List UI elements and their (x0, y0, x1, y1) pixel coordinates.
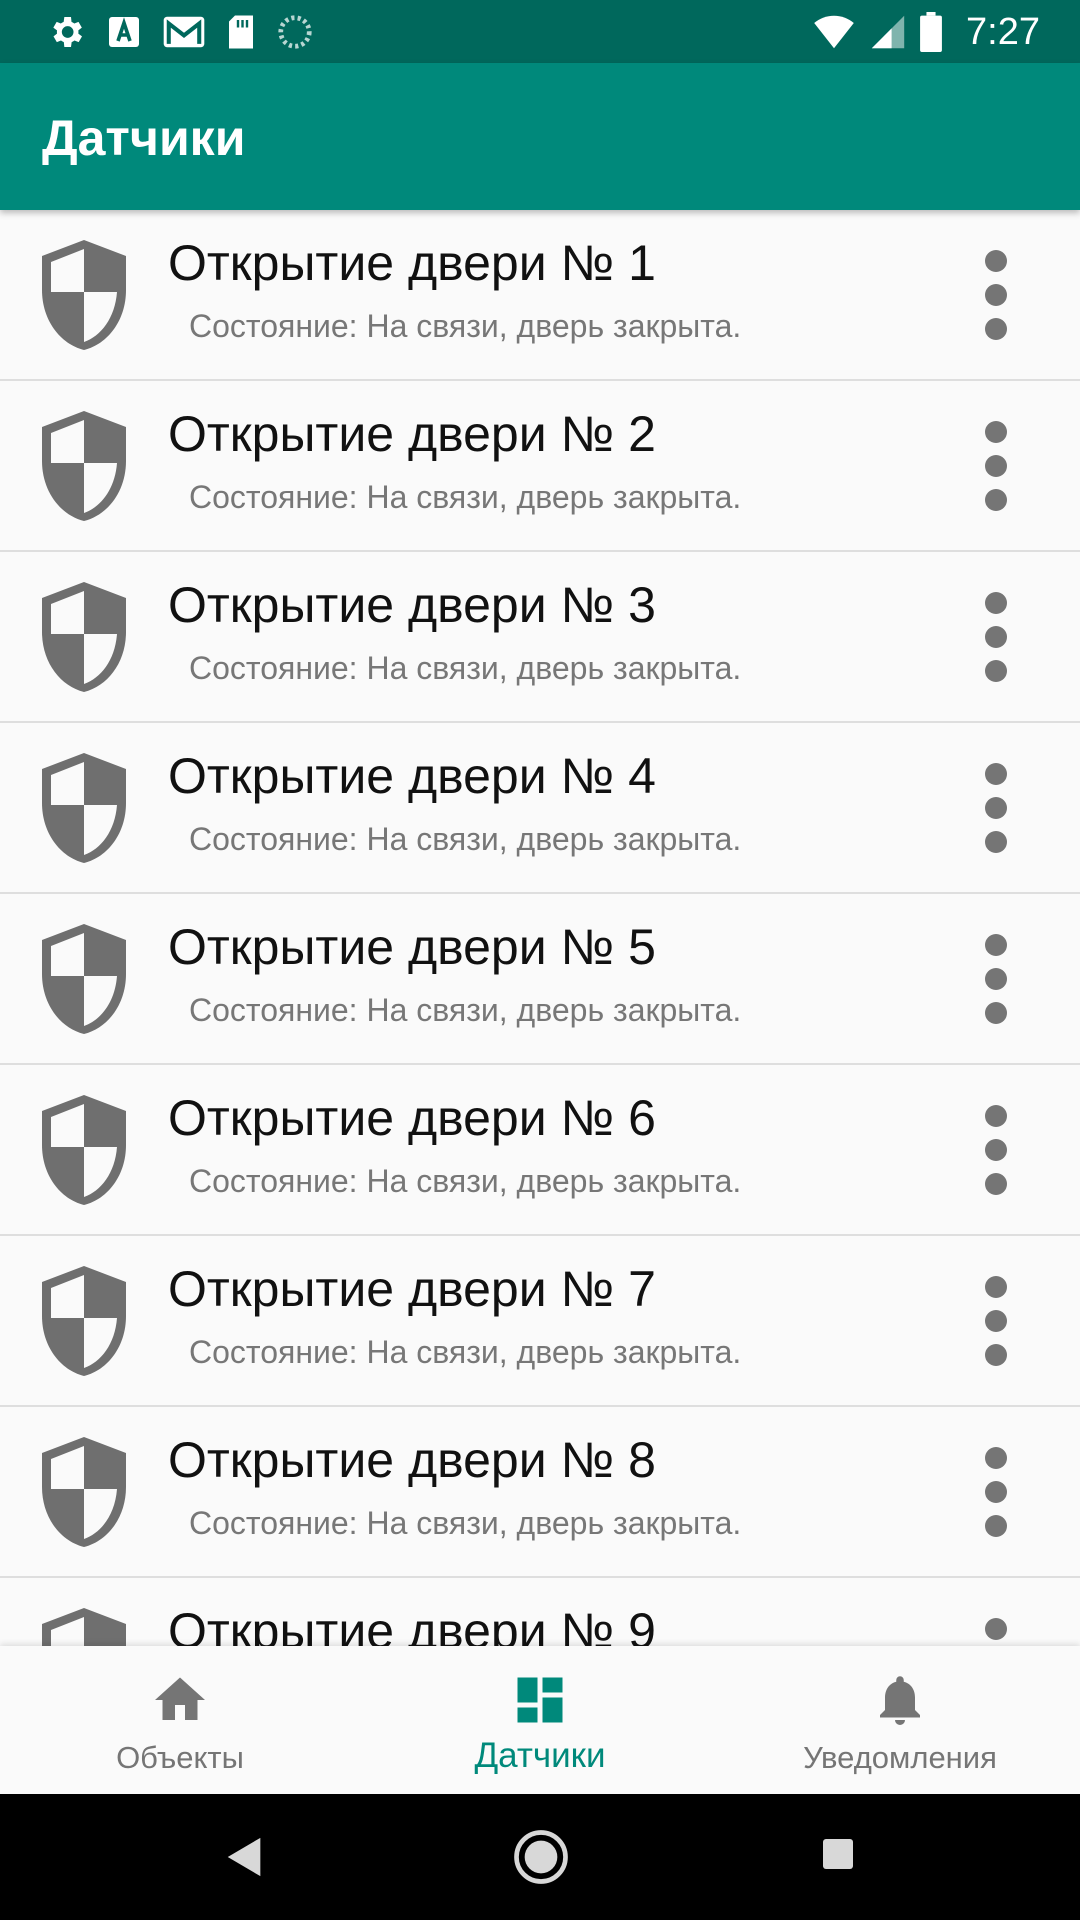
sensor-status: Состояние: На связи, дверь закрыта. (189, 1163, 742, 1199)
more-vert-icon[interactable] (976, 592, 1016, 682)
sensor-list[interactable]: Открытие двери № 1 Состояние: На связи, … (0, 210, 1080, 1646)
notification-icons (46, 8, 314, 56)
sensor-status: Состояние: На связи, дверь закрыта. (189, 308, 742, 344)
system-icons: 7:27 (812, 8, 1040, 56)
list-item[interactable]: Открытие двери № 3 Состояние: На связи, … (0, 552, 1080, 723)
status-bar: 7:27 (0, 0, 1080, 63)
bell-icon (880, 1676, 920, 1725)
more-vert-icon[interactable] (976, 421, 1016, 511)
signal-icon (871, 15, 905, 49)
list-item[interactable]: Открытие двери № 6 Состояние: На связи, … (0, 1065, 1080, 1236)
nav-label: Объекты (116, 1740, 244, 1775)
more-vert-icon[interactable] (976, 1447, 1016, 1537)
app-bar: Датчики (0, 63, 1080, 210)
shield-icon (42, 411, 126, 521)
gmail-icon (163, 16, 205, 48)
sensor-title: Открытие двери № 4 (168, 748, 656, 804)
list-item[interactable]: Открытие двери № 7 Состояние: На связи, … (0, 1236, 1080, 1407)
sensor-title: Открытие двери № 6 (168, 1090, 656, 1146)
sensor-status: Состояние: На связи, дверь закрыта. (189, 1505, 742, 1541)
settings-icon (53, 17, 82, 47)
list-item[interactable]: Открытие двери № 1 Состояние: На связи, … (0, 210, 1080, 381)
dashboard-icon (517, 1677, 563, 1723)
page-title: Датчики (42, 110, 246, 166)
list-item[interactable]: Открытие двери № 8 Состояние: На связи, … (0, 1407, 1080, 1578)
font-a-icon (109, 17, 139, 47)
shield-icon (42, 1608, 126, 1646)
more-vert-icon[interactable] (976, 1105, 1016, 1195)
nav-label: Датчики (474, 1736, 606, 1775)
home-icon (155, 1677, 205, 1720)
nav-item-sensors[interactable]: Датчики (360, 1646, 720, 1794)
nav-item-objects[interactable]: Объекты (0, 1646, 360, 1794)
sd-card-icon (229, 15, 253, 49)
list-item[interactable]: Открытие двери № 4 Состояние: На связи, … (0, 723, 1080, 894)
shield-icon (42, 924, 126, 1034)
sensor-status: Состояние: На связи, дверь закрыта. (189, 650, 742, 686)
sensor-title: Открытие двери № 8 (168, 1432, 656, 1488)
home-circle-icon[interactable] (513, 1829, 569, 1885)
more-vert-icon[interactable] (976, 1276, 1016, 1366)
sensor-title: Открытие двери № 2 (168, 406, 656, 462)
shield-icon (42, 753, 126, 863)
shield-icon (42, 582, 126, 692)
shield-icon (42, 1266, 126, 1376)
more-vert-icon[interactable] (976, 763, 1016, 853)
system-navigation-bar (0, 1794, 1080, 1920)
sensor-status: Состояние: На связи, дверь закрыта. (189, 992, 742, 1028)
sensor-status: Состояние: На связи, дверь закрыта. (189, 1334, 742, 1370)
sensor-title: Открытие двери № 3 (168, 577, 656, 633)
clock: 7:27 (966, 10, 1040, 53)
sensor-status: Состояние: На связи, дверь закрыта. (189, 821, 742, 857)
list-item[interactable]: Открытие двери № 2 Состояние: На связи, … (0, 381, 1080, 552)
shield-icon (42, 240, 126, 350)
nav-label: Уведомления (803, 1740, 997, 1775)
sensor-title: Открытие двери № 5 (168, 919, 656, 975)
recents-icon[interactable] (820, 1836, 856, 1872)
shield-icon (42, 1437, 126, 1547)
sensor-title: Открытие двери № 9 (168, 1603, 656, 1646)
more-vert-icon[interactable] (976, 250, 1016, 340)
more-vert-icon[interactable] (976, 934, 1016, 1024)
more-vert-icon[interactable] (976, 1618, 1016, 1646)
battery-icon (920, 12, 942, 52)
bottom-navigation: Объекты Датчики Уведомления (0, 1646, 1080, 1794)
sync-icon (278, 15, 312, 49)
shield-icon (42, 1095, 126, 1205)
wifi-icon (814, 15, 854, 49)
sensor-status: Состояние: На связи, дверь закрыта. (189, 479, 742, 515)
nav-item-notifications[interactable]: Уведомления (720, 1646, 1080, 1794)
sensor-title: Открытие двери № 1 (168, 235, 656, 291)
back-icon[interactable] (222, 1834, 268, 1880)
list-item[interactable]: Открытие двери № 5 Состояние: На связи, … (0, 894, 1080, 1065)
sensor-title: Открытие двери № 7 (168, 1261, 656, 1317)
list-item[interactable]: Открытие двери № 9 (0, 1578, 1080, 1646)
